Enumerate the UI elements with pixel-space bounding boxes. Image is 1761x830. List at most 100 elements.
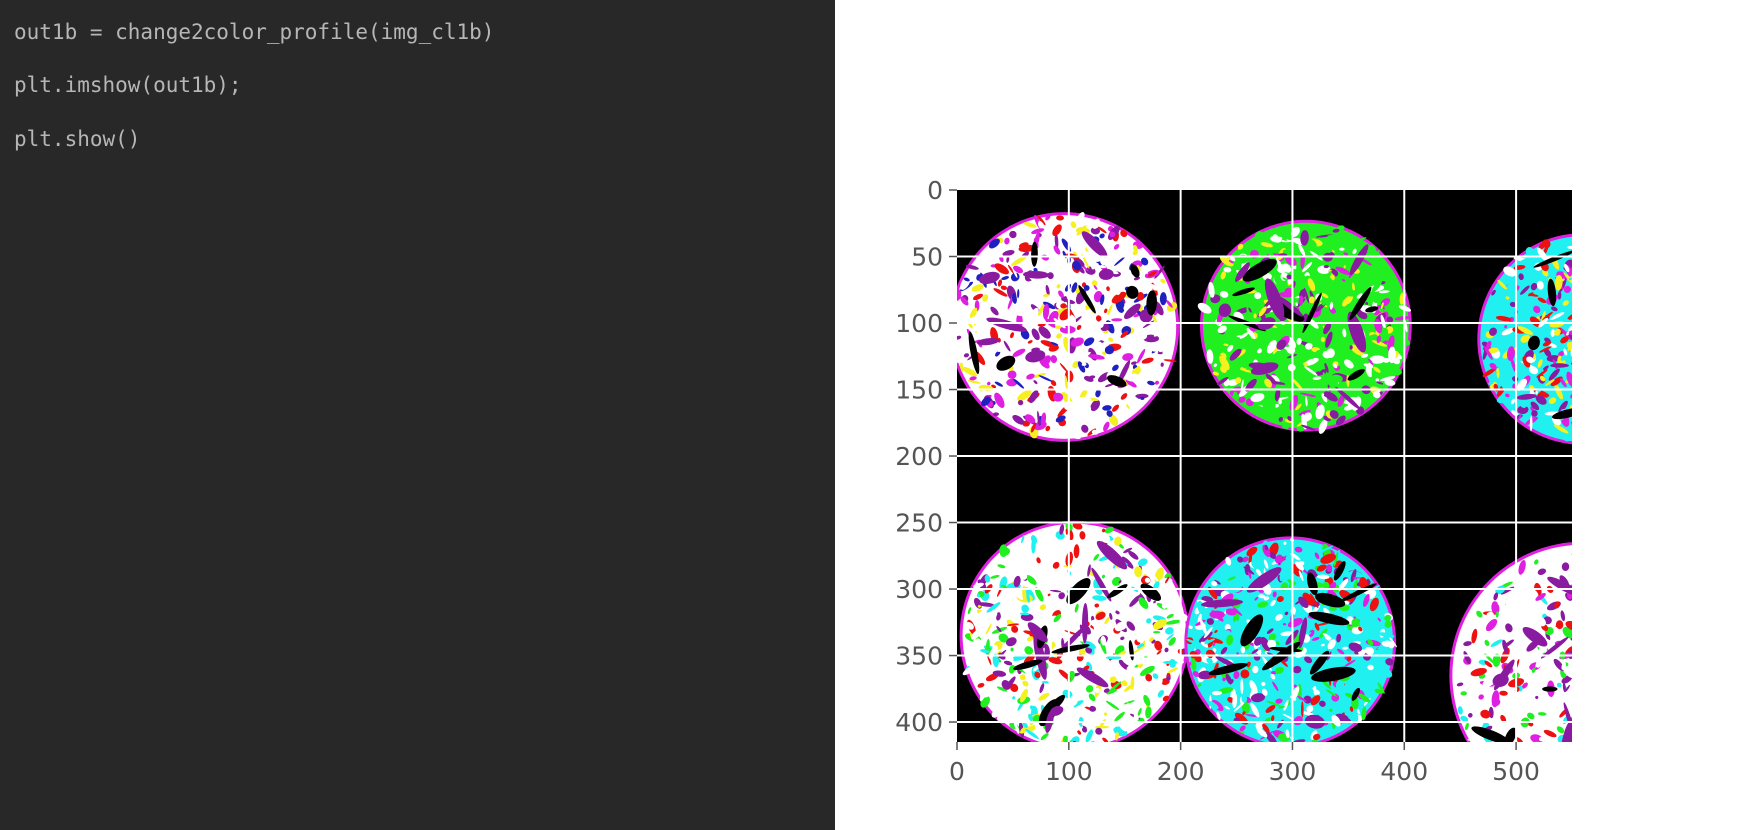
- core-speckle: [1493, 746, 1499, 752]
- core-speckle: [1653, 773, 1668, 787]
- core-speckle: [1641, 706, 1648, 712]
- core-speckle: [1706, 654, 1712, 663]
- core-speckle: [1579, 427, 1586, 429]
- core-speckle: [1633, 303, 1645, 308]
- core-speckle: [1622, 340, 1634, 349]
- core-speckle: [1699, 712, 1702, 715]
- core-speckle: [1671, 696, 1680, 703]
- core-speckle: [1580, 400, 1596, 410]
- core-speckle: [1608, 633, 1619, 636]
- core-speckle: [1632, 305, 1642, 315]
- core-speckle: [1597, 732, 1609, 741]
- core-speckle: [1576, 432, 1584, 440]
- core-speckle: [1677, 352, 1688, 357]
- core-speckle: [1622, 318, 1637, 334]
- core-speckle: [1654, 345, 1664, 356]
- core-speckle: [1622, 313, 1638, 321]
- core-speckle: [1581, 364, 1586, 368]
- core-speckle: [1678, 695, 1687, 700]
- core-speckle: [1621, 365, 1630, 371]
- core-speckle: [1645, 314, 1650, 318]
- core-speckle: [1598, 404, 1611, 414]
- core-speckle: [1673, 353, 1684, 358]
- core-speckle: [1608, 661, 1617, 671]
- core-speckle: [1621, 663, 1639, 678]
- core-speckle: [1584, 794, 1595, 805]
- core-speckle: [1585, 722, 1598, 737]
- core-speckle: [1579, 298, 1585, 302]
- core-speckle: [1604, 371, 1609, 377]
- core-streak: [1642, 606, 1652, 620]
- core-speckle: [1616, 764, 1621, 770]
- core-speckle: [1626, 266, 1636, 278]
- core-speckle: [1647, 357, 1659, 368]
- core-speckle: [1596, 311, 1600, 318]
- core-speckle: [1626, 738, 1637, 751]
- core-speckle: [1600, 357, 1605, 362]
- core-speckle: [1640, 574, 1648, 583]
- core-speckle: [1577, 421, 1591, 432]
- y-tick-label: 300: [895, 575, 943, 604]
- core-speckle: [1636, 603, 1641, 608]
- core-speckle: [1679, 340, 1685, 348]
- core-speckle: [1622, 289, 1628, 295]
- core-speckle: [1664, 752, 1679, 767]
- core-speckle: [1613, 298, 1623, 314]
- core-speckle: [1627, 410, 1641, 422]
- core-speckle: [1587, 645, 1604, 660]
- y-tick-label: 100: [895, 309, 943, 338]
- core-speckle: [1583, 336, 1595, 344]
- core-speckle: [1658, 289, 1665, 297]
- core-speckle: [1649, 272, 1661, 282]
- core-speckle: [1627, 374, 1631, 379]
- core-speckle: [1601, 422, 1614, 428]
- core-speckle: [1692, 681, 1706, 695]
- core-speckle: [1655, 624, 1665, 633]
- core-speckle: [1632, 682, 1646, 693]
- y-tick-label: 400: [895, 708, 943, 737]
- code-cell[interactable]: out1b = change2color_profile(img_cl1b) p…: [0, 0, 835, 830]
- core-speckle: [1683, 703, 1696, 715]
- core-speckle: [1585, 581, 1591, 587]
- core-speckle: [1578, 434, 1586, 442]
- core-speckle: [1595, 675, 1603, 687]
- core-speckle: [1660, 750, 1673, 763]
- core-streak: [1575, 303, 1587, 326]
- core-speckle: [1603, 737, 1613, 745]
- core-speckle: [1591, 260, 1601, 267]
- x-tick-label: 100: [1045, 757, 1093, 786]
- tissue-core-1: [957, 212, 1180, 442]
- core-speckle: [1626, 385, 1638, 391]
- core-speckle: [1643, 296, 1649, 302]
- core-speckle: [1583, 623, 1590, 639]
- core-speckle: [1648, 578, 1666, 593]
- core-streak: [1643, 298, 1670, 330]
- core-speckle: [1601, 552, 1613, 567]
- core-speckle: [1645, 561, 1655, 569]
- core-speckle: [1650, 762, 1657, 767]
- core-speckle: [1640, 325, 1654, 336]
- core-speckle: [1624, 630, 1638, 636]
- core-streak: [1641, 688, 1683, 708]
- core-speckle: [1564, 764, 1574, 774]
- core-streak: [1614, 676, 1626, 692]
- core-speckle: [1596, 414, 1608, 431]
- core-speckle: [1585, 235, 1596, 243]
- core-speckle: [1619, 395, 1625, 400]
- core-speckle: [1686, 717, 1693, 724]
- core-speckle: [1630, 573, 1639, 587]
- core-speckle: [1652, 668, 1663, 679]
- core-speckle: [1670, 580, 1677, 588]
- core-speckle: [1638, 402, 1645, 409]
- core-speckle: [1572, 263, 1582, 273]
- core-speckle: [1591, 313, 1599, 320]
- code-line-2: plt.imshow(out1b);: [14, 73, 242, 97]
- core-speckle: [1570, 745, 1580, 755]
- core-speckle: [1574, 717, 1578, 727]
- core-speckle: [1666, 358, 1670, 362]
- core-speckle: [1630, 366, 1639, 379]
- core-speckle: [1590, 641, 1594, 658]
- core-speckle: [1590, 331, 1597, 338]
- core-speckle: [1651, 383, 1665, 392]
- core-speckle: [1663, 323, 1677, 339]
